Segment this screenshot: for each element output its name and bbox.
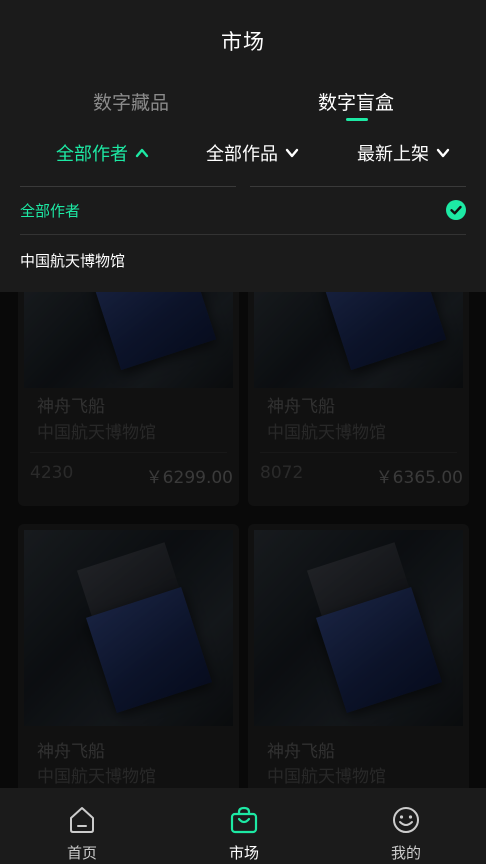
filter-author[interactable]: 全部作者 — [56, 140, 149, 166]
home-icon — [70, 807, 94, 833]
filter-sort-label: 最新上架 — [357, 144, 429, 165]
nav-home-label: 首页 — [66, 844, 97, 862]
smile-icon — [393, 807, 419, 833]
chevron-up-icon — [135, 148, 149, 158]
page-title: 市场 — [221, 30, 265, 54]
bag-icon — [230, 806, 258, 834]
nav-home[interactable]: 首页 — [42, 804, 122, 863]
filter-sort[interactable]: 最新上架 — [357, 140, 450, 166]
chevron-down-icon — [436, 148, 450, 158]
filter-works[interactable]: 全部作品 — [206, 140, 299, 166]
filter-bar: 全部作者 全部作品 最新上架 — [0, 140, 486, 174]
nav-market[interactable]: 市场 — [204, 804, 284, 863]
dropdown-overlay[interactable] — [0, 292, 486, 788]
tab-digital-collectibles[interactable]: 数字藏品 — [93, 88, 169, 115]
check-circle-icon — [446, 200, 466, 220]
filter-author-label: 全部作者 — [56, 144, 128, 165]
tab-digital-blind-box[interactable]: 数字盲盒 — [318, 88, 394, 115]
filter-works-label: 全部作品 — [206, 144, 278, 165]
active-tab-indicator — [346, 118, 368, 121]
bottom-nav: 首页 市场 我的 — [0, 788, 486, 864]
option-label: 中国航天博物馆 — [20, 251, 126, 270]
header: 市场 数字藏品 数字盲盒 全部作者 全部作品 最新上架 全部作者 中国航天博物馆 — [0, 0, 486, 292]
dropdown-option-museum[interactable]: 中国航天博物馆 — [20, 236, 466, 284]
nav-mine[interactable]: 我的 — [366, 804, 446, 863]
dropdown-option-all-authors[interactable]: 全部作者 — [20, 186, 466, 235]
tab-bar: 数字藏品 数字盲盒 — [0, 88, 486, 128]
chevron-down-icon — [285, 148, 299, 158]
option-label: 全部作者 — [20, 201, 81, 220]
nav-mine-label: 我的 — [390, 844, 421, 862]
nav-market-label: 市场 — [228, 844, 259, 862]
